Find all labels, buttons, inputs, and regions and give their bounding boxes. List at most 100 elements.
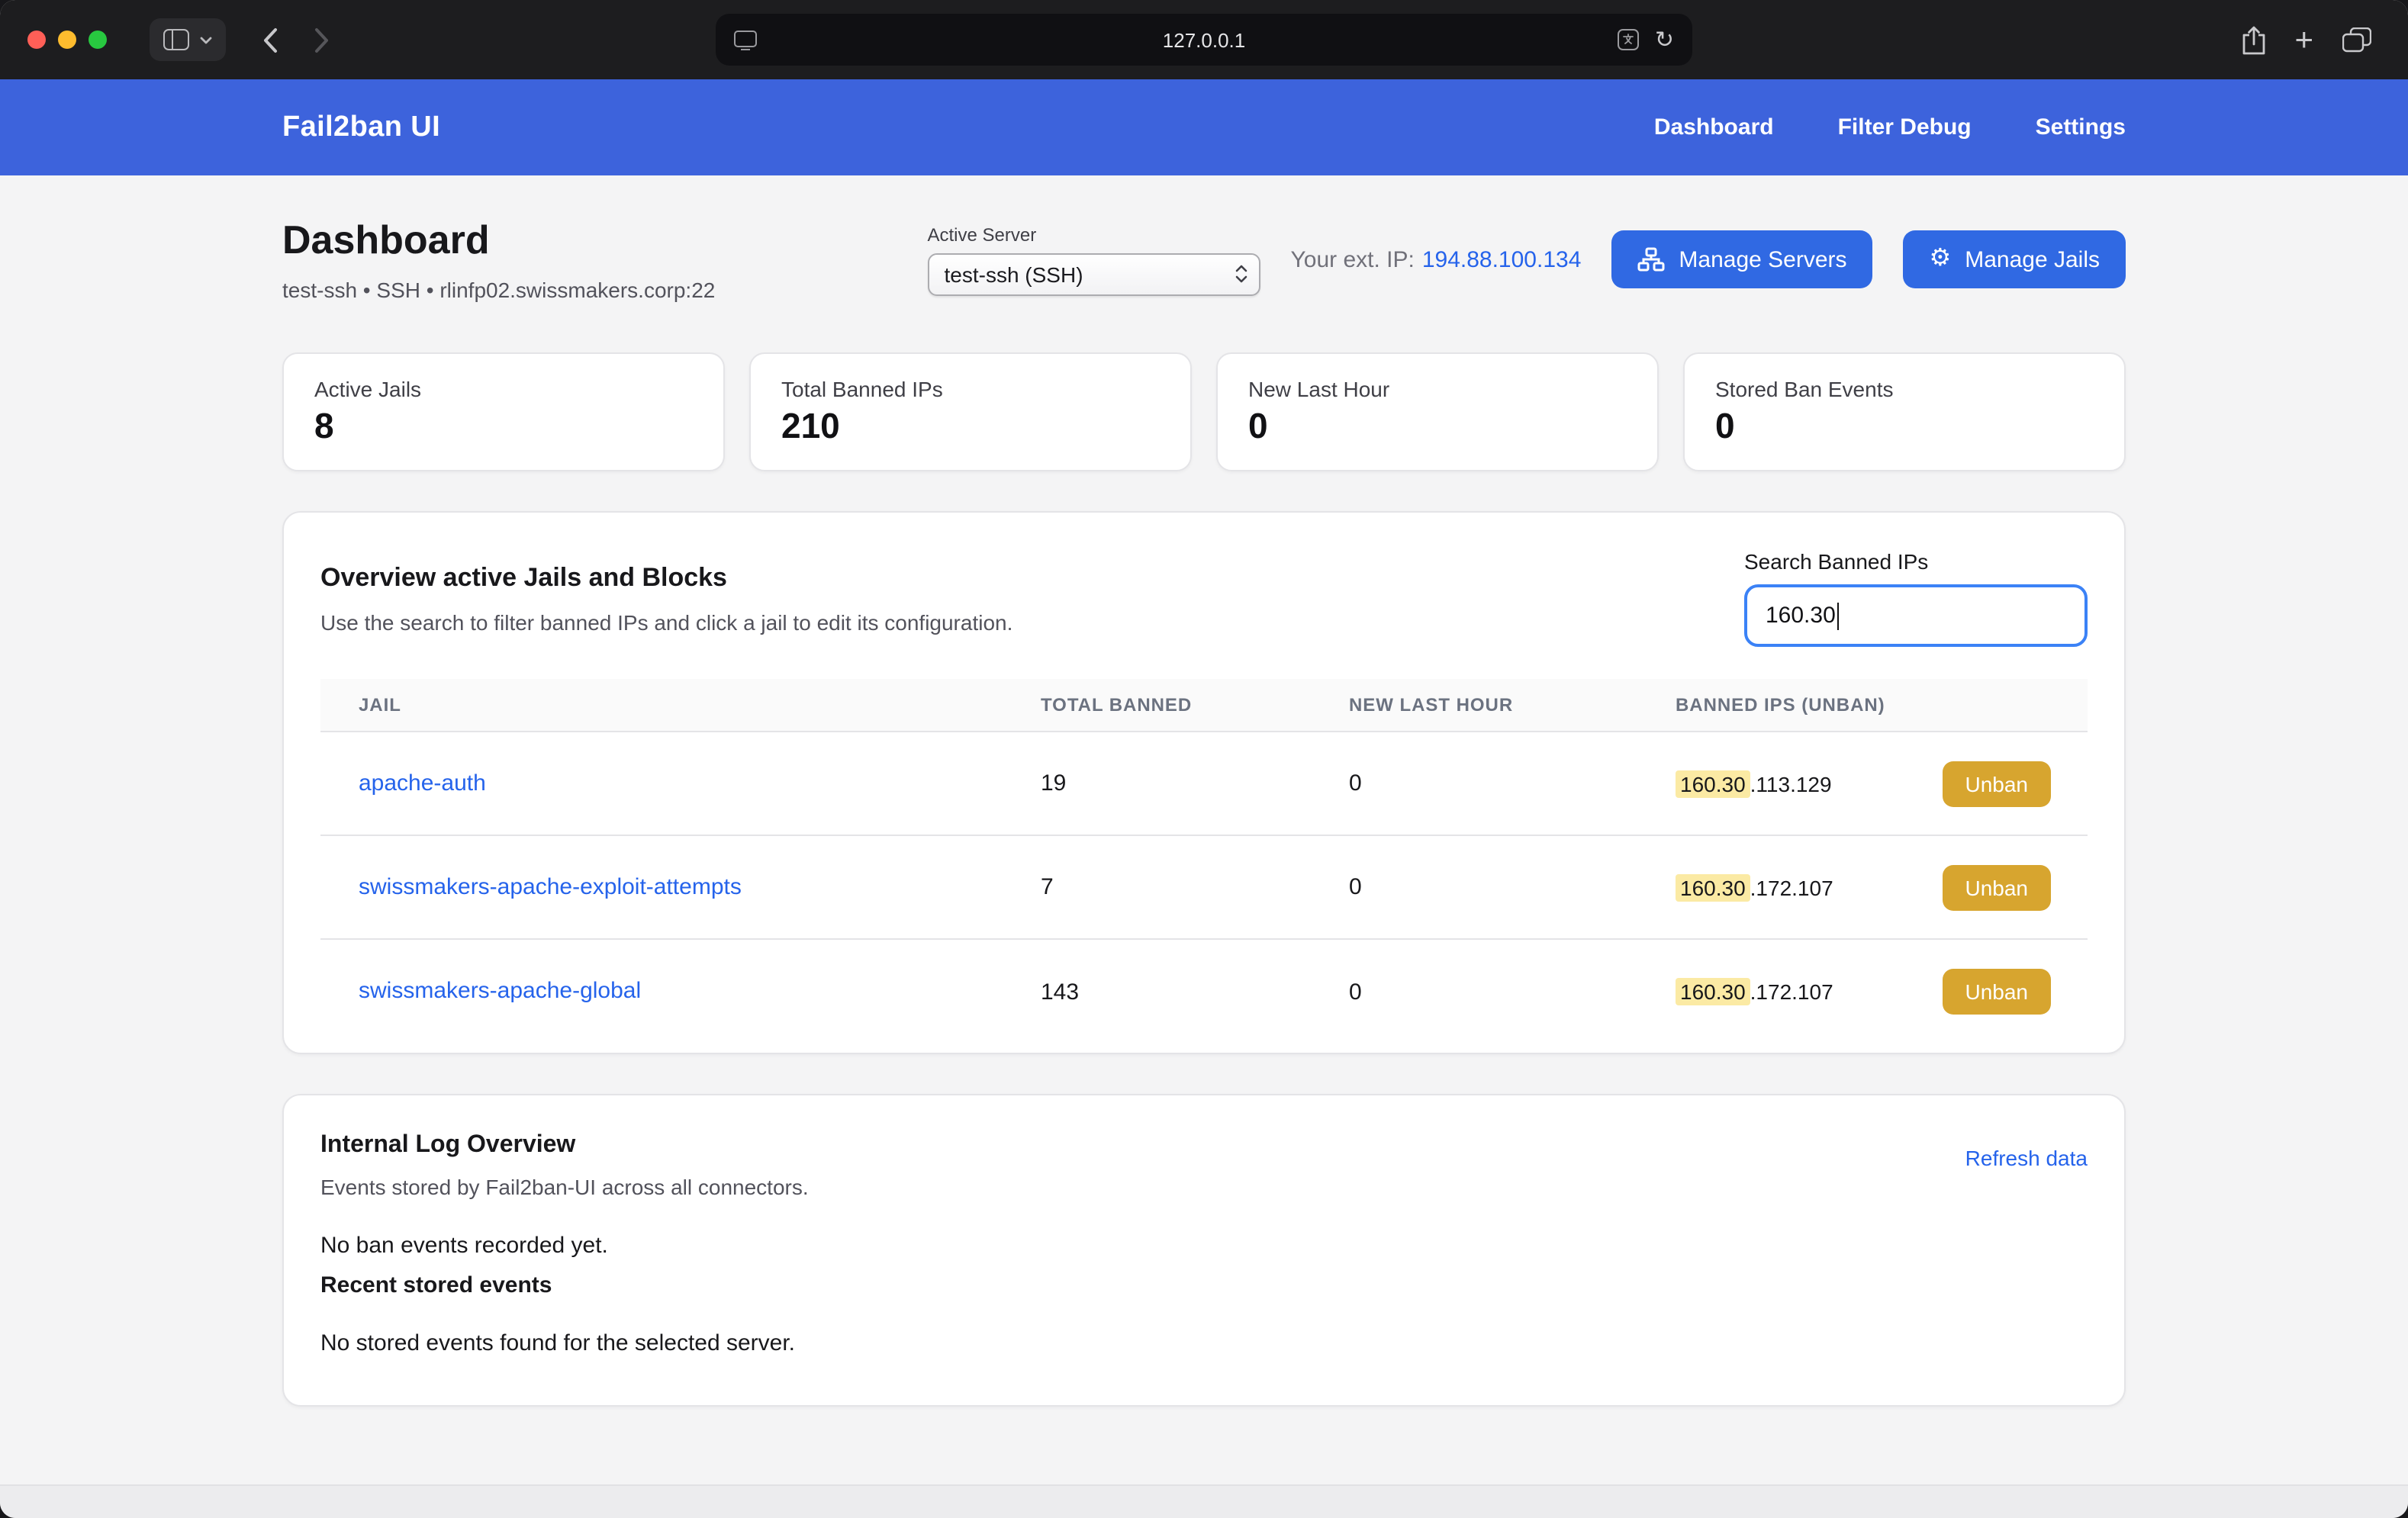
active-server-selected-value: test-ssh (SSH) [945, 262, 1083, 286]
external-ip-value[interactable]: 194.88.100.134 [1422, 246, 1582, 272]
stat-value: 0 [1248, 406, 1627, 447]
refresh-data-link[interactable]: Refresh data [1965, 1146, 2088, 1170]
window-bottom-edge [0, 1484, 2408, 1518]
search-banned-ips-label: Search Banned IPs [1744, 549, 2088, 574]
stat-card-stored-ban-events: Stored Ban Events 0 [1683, 352, 2126, 471]
external-ip: Your ext. IP: 194.88.100.134 [1291, 246, 1582, 272]
manage-jails-button[interactable]: ⚙ Manage Jails [1904, 230, 2126, 288]
browser-window: 127.0.0.1 ↻ + [0, 0, 2408, 1518]
nav-link-dashboard[interactable]: Dashboard [1654, 114, 1774, 140]
reload-icon[interactable]: ↻ [1655, 28, 1674, 51]
new-tab-icon[interactable]: + [2294, 24, 2313, 56]
banned-ip-rest: .113.129 [1750, 771, 1832, 796]
overview-title: Overview active Jails and Blocks [320, 562, 1012, 593]
page-header: Dashboard test-ssh • SSH • rlinfp02.swis… [282, 217, 2126, 302]
stat-value: 210 [781, 406, 1160, 447]
sidebar-icon [163, 29, 189, 50]
nav-link-filter-debug[interactable]: Filter Debug [1838, 114, 1972, 140]
nav-links: Dashboard Filter Debug Settings [1654, 114, 2126, 140]
chevron-down-icon [200, 36, 212, 43]
search-banned-ips-input[interactable]: 160.30 [1744, 584, 2088, 647]
column-header-jail: JAIL [359, 694, 1041, 716]
stat-label: Total Banned IPs [781, 377, 1160, 401]
active-server-label: Active Server [928, 224, 1260, 245]
window-controls [0, 31, 107, 49]
jails-table-header: JAIL TOTAL BANNED NEW LAST HOUR BANNED I… [320, 679, 2088, 732]
unban-button[interactable]: Unban [1942, 864, 2051, 910]
unban-button[interactable]: Unban [1942, 761, 2051, 806]
jail-link[interactable]: apache-auth [359, 770, 486, 796]
gear-icon: ⚙ [1930, 247, 1952, 272]
nav-link-settings[interactable]: Settings [2036, 114, 2126, 140]
unban-button[interactable]: Unban [1942, 969, 2051, 1015]
total-banned-cell: 143 [1041, 979, 1349, 1005]
url-text: 127.0.0.1 [801, 28, 1607, 51]
log-title: Internal Log Overview [320, 1132, 809, 1159]
page-content: Dashboard test-ssh • SSH • rlinfp02.swis… [0, 175, 2408, 1484]
banned-ip-rest: .172.107 [1750, 979, 1833, 1004]
external-ip-label: Your ext. IP: [1291, 246, 1415, 272]
column-header-total-banned: TOTAL BANNED [1041, 694, 1349, 716]
page-settings-icon[interactable] [734, 30, 757, 50]
recent-stored-events-title: Recent stored events [320, 1272, 2088, 1298]
jail-link[interactable]: swissmakers-apache-exploit-attempts [359, 873, 742, 899]
back-button[interactable] [262, 27, 278, 53]
banned-ip: 160.30.172.107 [1676, 979, 1833, 1004]
minimize-window-button[interactable] [58, 31, 76, 49]
translate-icon[interactable] [1618, 29, 1640, 50]
stat-value: 0 [1715, 406, 2094, 447]
select-arrows-icon [1235, 264, 1248, 284]
banned-ip-highlight: 160.30 [1676, 978, 1750, 1005]
stat-card-new-last-hour: New Last Hour 0 [1216, 352, 1659, 471]
page-title: Dashboard [282, 217, 715, 264]
forward-button[interactable] [314, 27, 330, 53]
active-server-select[interactable]: test-ssh (SSH) [928, 252, 1260, 295]
app-brand: Fail2ban UI [282, 111, 440, 144]
banned-ip-cell: 160.30.172.107 Unban [1676, 969, 2051, 1015]
table-row: swissmakers-apache-exploit-attempts 7 0 … [320, 836, 2088, 940]
tab-overview-icon[interactable] [2342, 27, 2371, 53]
manage-servers-button[interactable]: Manage Servers [1611, 230, 1872, 288]
total-banned-cell: 19 [1041, 770, 1349, 796]
history-navigation [262, 27, 330, 53]
overview-subtitle: Use the search to filter banned IPs and … [320, 609, 1012, 634]
overview-card: Overview active Jails and Blocks Use the… [282, 511, 2126, 1054]
total-banned-cell: 7 [1041, 874, 1349, 900]
close-window-button[interactable] [27, 31, 46, 49]
banned-ip-highlight: 160.30 [1676, 873, 1750, 901]
search-input-value: 160.30 [1766, 603, 1836, 629]
banned-ip-cell: 160.30.113.129 Unban [1676, 761, 2051, 806]
new-last-hour-cell: 0 [1349, 979, 1676, 1005]
internal-log-card: Internal Log Overview Events stored by F… [282, 1094, 2126, 1407]
stat-label: Active Jails [314, 377, 693, 401]
stat-cards: Active Jails 8 Total Banned IPs 210 New … [282, 352, 2126, 471]
browser-titlebar: 127.0.0.1 ↻ + [0, 0, 2408, 79]
stat-card-total-banned-ips: Total Banned IPs 210 [749, 352, 1192, 471]
new-last-hour-cell: 0 [1349, 874, 1676, 900]
page-subtitle: test-ssh • SSH • rlinfp02.swissmakers.co… [282, 278, 715, 302]
table-row: apache-auth 19 0 160.30.113.129 Unban [320, 732, 2088, 836]
share-icon[interactable] [2241, 25, 2265, 54]
manage-servers-label: Manage Servers [1679, 246, 1846, 272]
log-subtitle: Events stored by Fail2ban-UI across all … [320, 1175, 809, 1199]
toolbar-right-controls: + [2241, 0, 2371, 79]
table-row: swissmakers-apache-global 143 0 160.30.1… [320, 940, 2088, 1044]
stat-value: 8 [314, 406, 693, 447]
jails-table: JAIL TOTAL BANNED NEW LAST HOUR BANNED I… [320, 679, 2088, 1044]
banned-ip-highlight: 160.30 [1676, 770, 1750, 797]
stat-label: Stored Ban Events [1715, 377, 2094, 401]
no-stored-events-text: No stored events found for the selected … [320, 1330, 2088, 1356]
app-navbar: Fail2ban UI Dashboard Filter Debug Setti… [0, 79, 2408, 175]
address-bar[interactable]: 127.0.0.1 ↻ [716, 14, 1692, 66]
manage-jails-label: Manage Jails [1965, 246, 2100, 272]
column-header-banned-ips: BANNED IPS (UNBAN) [1676, 694, 2051, 716]
sidebar-toggle-button[interactable] [150, 18, 226, 61]
column-header-new-last-hour: NEW LAST HOUR [1349, 694, 1676, 716]
banned-ip: 160.30.113.129 [1676, 771, 1832, 796]
zoom-window-button[interactable] [89, 31, 107, 49]
servers-sitemap-icon [1637, 247, 1665, 272]
banned-ip-rest: .172.107 [1750, 875, 1833, 899]
banned-ip: 160.30.172.107 [1676, 875, 1833, 899]
jail-link[interactable]: swissmakers-apache-global [359, 978, 641, 1004]
banned-ip-cell: 160.30.172.107 Unban [1676, 864, 2051, 910]
